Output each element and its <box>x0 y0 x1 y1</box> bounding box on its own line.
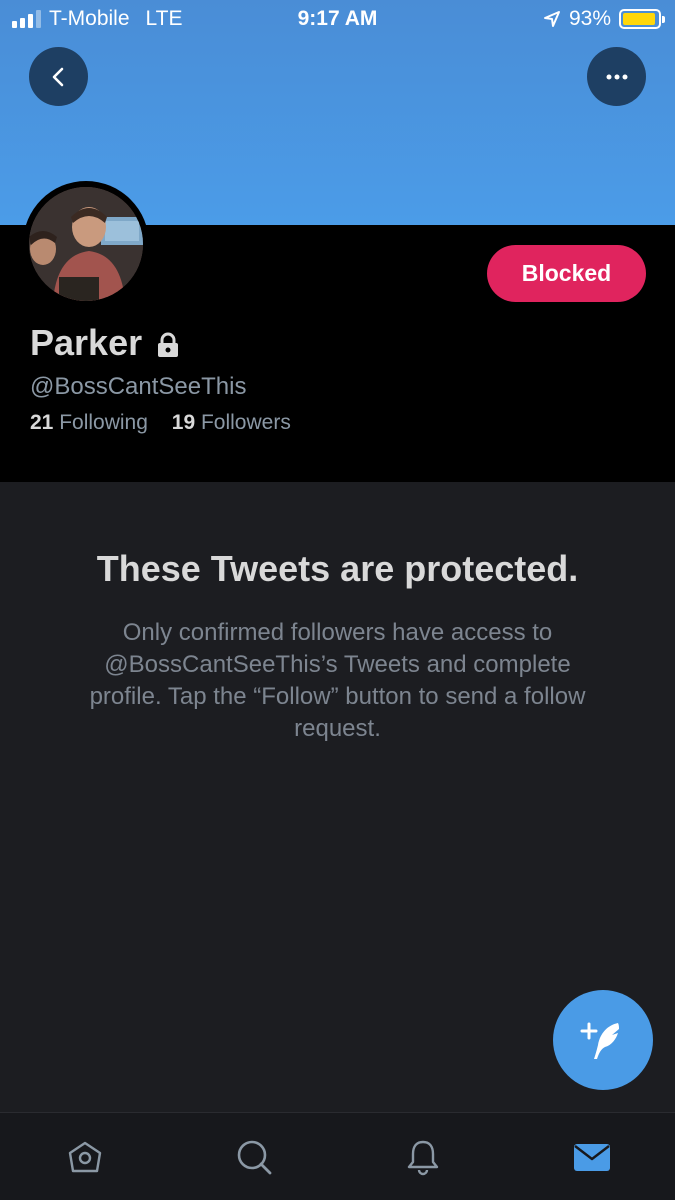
more-options-button[interactable] <box>587 47 646 106</box>
following-label: Following <box>59 411 148 434</box>
compose-tweet-icon <box>580 1022 619 1059</box>
battery-percent: 93% <box>568 7 611 30</box>
search-icon <box>237 1140 272 1175</box>
bell-icon <box>407 1140 439 1176</box>
profile-name: Parker <box>30 322 143 363</box>
protected-description: Only confirmed followers have access to … <box>89 619 586 742</box>
mail-icon <box>574 1144 610 1171</box>
tab-bar <box>0 1112 675 1200</box>
blocked-button[interactable]: Blocked <box>487 245 646 302</box>
more-horizontal-icon <box>606 74 627 79</box>
chevron-left-icon <box>52 67 63 86</box>
lock-icon <box>158 332 179 357</box>
battery-icon <box>619 9 665 29</box>
location-icon <box>543 11 560 27</box>
tab-messages[interactable] <box>570 1135 614 1179</box>
back-button[interactable] <box>29 47 88 106</box>
tab-home[interactable] <box>63 1135 107 1179</box>
follow-stats: 21 Following 19 Followers <box>30 411 291 435</box>
followers-count: 19 <box>171 411 196 434</box>
profile-name-row: Parker <box>30 322 182 364</box>
status-bar: T-Mobile LTE 9:17 AM 93% <box>0 0 675 40</box>
followers-link[interactable]: 19 Followers <box>172 411 291 434</box>
compose-tweet-button[interactable] <box>553 990 653 1090</box>
tab-search[interactable] <box>232 1135 276 1179</box>
tab-notifications[interactable] <box>401 1135 445 1179</box>
following-link[interactable]: 21 Following <box>30 411 148 434</box>
followers-label: Followers <box>200 411 291 434</box>
home-icon <box>68 1141 102 1173</box>
profile-handle: @BossCantSeeThis <box>30 373 247 400</box>
following-count: 21 <box>30 411 54 434</box>
avatar[interactable] <box>23 181 149 307</box>
protected-title: These Tweets are protected. <box>96 548 579 589</box>
avatar-photo <box>29 187 143 301</box>
